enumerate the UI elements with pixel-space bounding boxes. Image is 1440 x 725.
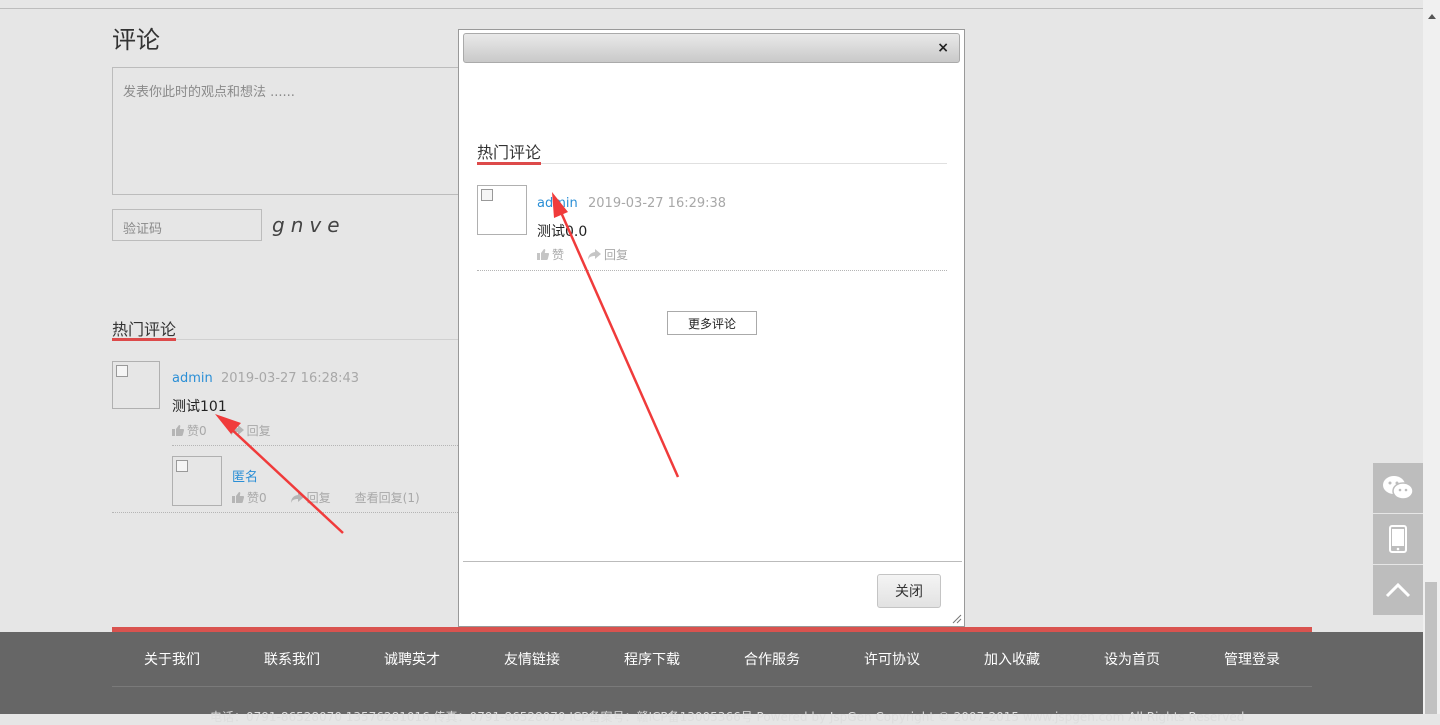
- comment-time: 2019-03-27 16:28:43: [221, 371, 360, 386]
- hot-comments-underline: [112, 338, 176, 341]
- close-icon[interactable]: ×: [937, 40, 949, 56]
- footer-link-license[interactable]: 许可协议: [832, 649, 952, 669]
- like-count: 赞: [552, 248, 565, 262]
- avatar: [477, 185, 527, 235]
- footer-copyright: 电话：0791-86528070 13576281016 传真：0791-865…: [210, 710, 1245, 724]
- avatar: [172, 456, 222, 506]
- comment-textarea[interactable]: 发表你此时的观点和想法 ......: [112, 67, 472, 195]
- comment-text: 测试0.0: [537, 224, 588, 240]
- reply-label: 回复: [306, 491, 331, 505]
- site-footer: 关于我们 联系我们 诚聘英才 友情链接 程序下载 合作服务 许可协议 加入收藏 …: [0, 632, 1423, 724]
- chevron-up-icon: [1427, 14, 1436, 19]
- reply-arrow-icon: [290, 492, 304, 503]
- wechat-button[interactable]: [1373, 463, 1423, 513]
- comment-actions: 赞 回复: [537, 246, 628, 263]
- reply-actions: 赞0 回复 查看回复(1): [232, 489, 420, 506]
- comments-modal: × 热门评论 admin 2019-03-27 16:29:38 测试0.0 赞…: [458, 29, 965, 627]
- comment-actions: 赞0 回复: [172, 422, 271, 439]
- back-to-top-button[interactable]: [1373, 565, 1423, 615]
- like-button[interactable]: 赞0: [232, 489, 267, 506]
- mobile-icon: [1389, 525, 1407, 553]
- close-button[interactable]: 关闭: [877, 574, 941, 608]
- scrollbar[interactable]: [1423, 0, 1440, 714]
- like-button[interactable]: 赞0: [172, 422, 207, 439]
- reply-label: 回复: [246, 424, 271, 438]
- reply-label: 回复: [604, 248, 629, 262]
- modal-title-bar[interactable]: ×: [463, 33, 960, 63]
- thumbs-up-icon: [232, 492, 244, 503]
- footer-link-about[interactable]: 关于我们: [112, 649, 232, 669]
- footer-link-homepage[interactable]: 设为首页: [1072, 649, 1192, 669]
- comment-user-link[interactable]: admin: [172, 371, 213, 386]
- scroll-up-button[interactable]: [1423, 8, 1440, 25]
- top-divider: [0, 8, 1423, 9]
- reply-user-link[interactable]: 匿名: [232, 466, 258, 485]
- wechat-icon: [1383, 476, 1414, 500]
- reply-arrow-icon: [588, 249, 602, 260]
- view-replies-link[interactable]: 查看回复(1): [355, 489, 420, 506]
- like-count: 赞0: [187, 424, 207, 438]
- thumbs-up-icon: [537, 249, 549, 260]
- footer-nav: 关于我们 联系我们 诚聘英才 友情链接 程序下载 合作服务 许可协议 加入收藏 …: [112, 632, 1312, 686]
- footer-link-contact[interactable]: 联系我们: [232, 649, 352, 669]
- resize-grip-icon[interactable]: [950, 612, 962, 624]
- more-comments-button[interactable]: 更多评论: [667, 311, 757, 335]
- captcha-input[interactable]: 验证码: [112, 209, 262, 241]
- comment-user-link[interactable]: admin: [537, 196, 578, 211]
- reply-button[interactable]: 回复: [588, 246, 628, 263]
- like-button[interactable]: 赞: [537, 246, 564, 263]
- footer-link-download[interactable]: 程序下载: [592, 649, 712, 669]
- modal-hot-comments-divider: [477, 163, 947, 164]
- footer-link-admin[interactable]: 管理登录: [1192, 649, 1312, 669]
- mobile-button[interactable]: [1373, 514, 1423, 564]
- thumbs-up-icon: [172, 425, 184, 436]
- modal-hot-comments-title: 热门评论: [477, 143, 542, 162]
- page-title: 评论: [112, 26, 160, 54]
- comment-divider: [172, 445, 458, 446]
- footer-link-friends[interactable]: 友情链接: [472, 649, 592, 669]
- footer-divider: [112, 686, 1312, 687]
- reply-button[interactable]: 回复: [230, 422, 271, 439]
- reply-button[interactable]: 回复: [290, 489, 331, 506]
- hot-comments-title: 热门评论: [112, 320, 177, 339]
- footer-link-jobs[interactable]: 诚聘英才: [352, 649, 472, 669]
- footer-link-bookmark[interactable]: 加入收藏: [952, 649, 1072, 669]
- footer-link-partners[interactable]: 合作服务: [712, 649, 832, 669]
- reply-arrow-icon: [230, 425, 244, 436]
- back-to-top-icon: [1385, 582, 1411, 598]
- avatar: [112, 361, 160, 409]
- captcha-image[interactable]: gnve: [272, 213, 346, 237]
- scroll-thumb[interactable]: [1425, 582, 1437, 714]
- comment-divider: [477, 270, 947, 271]
- modal-footer-divider: [463, 561, 962, 562]
- modal-hot-comments-underline: [477, 162, 541, 165]
- comment-time: 2019-03-27 16:29:38: [588, 196, 727, 211]
- comment-divider: [112, 512, 458, 513]
- comment-text: 测试101: [172, 399, 227, 415]
- like-count: 赞0: [247, 491, 267, 505]
